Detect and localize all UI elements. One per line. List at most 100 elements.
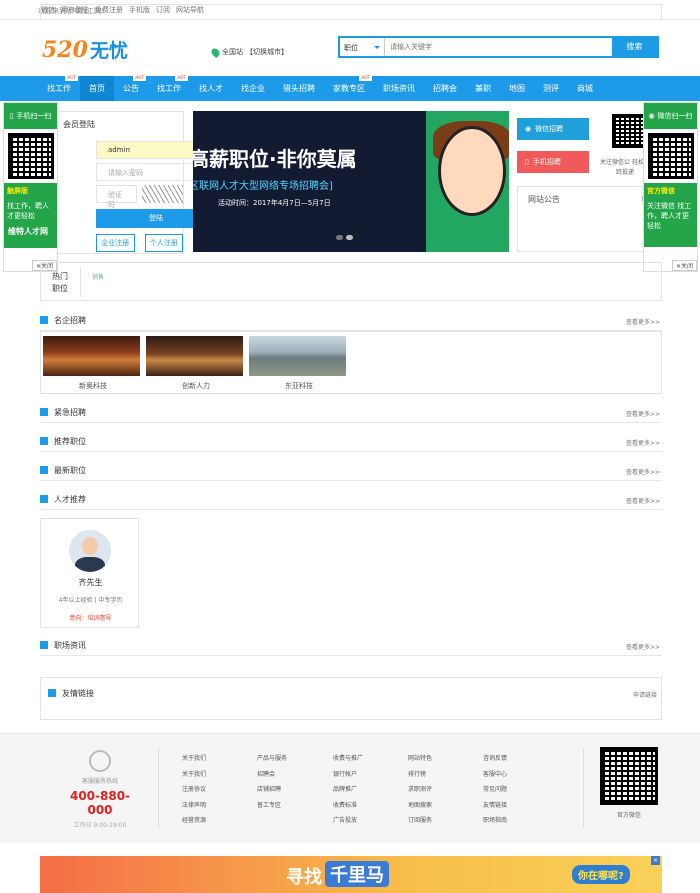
section-talent: 人才推荐 查看更多>> — [40, 490, 662, 510]
company-register-button[interactable]: 企业注册 — [96, 234, 135, 252]
footer-link[interactable]: 常见问题 — [483, 782, 543, 798]
nav-item-map[interactable]: 地图 — [500, 76, 534, 101]
footer-link[interactable]: 法律声明 — [182, 798, 242, 814]
nav-item-find-job[interactable]: 找工作 HOT — [38, 75, 80, 101]
footer-link[interactable]: 地图搜索 — [408, 798, 468, 814]
right-ad-close-button[interactable]: ✕关闭 — [671, 260, 697, 271]
section-more-link[interactable]: 查看更多>> — [626, 642, 660, 651]
nav-item-headhunter[interactable]: 猎头招聘 — [274, 76, 324, 101]
footer-link[interactable]: 注册协议 — [182, 782, 242, 798]
section-more-link[interactable]: 查看更多>> — [626, 317, 660, 326]
footer-col-title: 关于我们 — [182, 755, 207, 762]
company-card[interactable]: 东亚科技 — [249, 336, 349, 391]
login-box: 会员登陆 admin 请输入密码 验证码 登陆 企业注册 个人注册 — [40, 111, 216, 254]
right-ad-desc: 关注微信 找工作，聘人才更轻松 — [644, 199, 697, 247]
footer-link[interactable]: 排行榜 — [408, 767, 468, 783]
footer-link[interactable]: 订阅服务 — [408, 813, 468, 829]
service-label: 客服服务热线 — [81, 778, 118, 785]
footer-col-fees: 收费与推广 银行帐户 品牌推广 收费标准 广告投放 — [333, 751, 393, 829]
left-float-ad: ▯ 手机扫一扫 触屏版 找工作，聘人才更轻松 维特人才网 ✕关闭 — [3, 102, 58, 272]
section-recommend: 推荐职位 查看更多>> — [40, 432, 662, 452]
search-input[interactable] — [385, 38, 612, 56]
nav-item-home[interactable]: 首页 — [80, 76, 114, 101]
login-title: 会员登陆 — [63, 120, 95, 129]
section-square-icon — [40, 316, 48, 324]
footer-link[interactable]: 店铺招聘 — [257, 782, 317, 798]
footer-link[interactable]: 经营资源 — [182, 813, 242, 829]
captcha-field[interactable]: 验证码 — [96, 185, 137, 209]
footer-wechat-qr-code — [600, 747, 658, 805]
nav-item-notice[interactable]: 公告 HOT — [114, 75, 148, 101]
company-card[interactable]: 创新人力 — [146, 336, 246, 391]
bottom-banner-ad[interactable]: 寻找 千里马 你在哪呢? × — [40, 856, 662, 893]
footer-link[interactable]: 招聘会 — [257, 767, 317, 783]
search-type-select[interactable]: 职位 — [340, 38, 385, 56]
footer-link[interactable]: 普工专区 — [257, 798, 317, 814]
section-square-icon — [40, 495, 48, 503]
footer-link[interactable]: 品牌推广 — [333, 782, 393, 798]
banner-headline: 高薪职位·非你莫属 — [193, 147, 357, 171]
hot-job-item[interactable]: 销售 — [92, 272, 104, 281]
footer-col-features: 网站特色 排行榜 求职测评 地图搜索 订阅服务 — [408, 751, 468, 829]
personal-register-button[interactable]: 个人注册 — [144, 234, 183, 252]
section-more-link[interactable]: 查看更多>> — [626, 496, 660, 505]
footer-link[interactable]: 银行帐户 — [333, 767, 393, 783]
hot-badge: HOT — [175, 75, 188, 81]
section-title: 人才推荐 — [54, 495, 86, 504]
wechat-recruit-button[interactable]: ◉ 微信招聘 — [517, 118, 589, 140]
footer-link[interactable]: 收费标准 — [333, 798, 393, 814]
carousel-dot[interactable] — [336, 235, 343, 240]
talent-card[interactable]: 齐先生 4年以上经验 | 中专学历 意向：培训督导 — [40, 518, 139, 628]
footer-col-title: 收费与推广 — [333, 755, 364, 762]
avatar — [69, 530, 111, 572]
hot-jobs-bar: 热门 职位 销售 — [40, 262, 662, 301]
mobile-recruit-button[interactable]: ▯ 手机招聘 — [517, 151, 589, 173]
company-image — [249, 336, 346, 376]
section-title: 最新职位 — [54, 466, 86, 475]
footer-link[interactable]: 广告投放 — [333, 813, 393, 829]
friend-links-title: 友情链接 — [62, 689, 94, 698]
section-square-icon — [40, 408, 48, 416]
company-card[interactable]: 新奥科技 — [43, 336, 143, 391]
left-ad-slogan: 维特人才网 — [4, 223, 57, 248]
banner-carousel[interactable]: 高薪职位·非你莫属 区联网人才大型网络专场招聘会] 活动时间：2017年4月7日… — [193, 111, 509, 252]
nav-item-news[interactable]: 职场资讯 — [374, 76, 424, 101]
top-bar: 欢迎来到咖啡找工网！ 微信 用户登陆 免费注册 手机版 订阅 网站导航 — [0, 0, 700, 47]
section-urgent: 紧急招聘 查看更多>> — [40, 403, 662, 423]
nav-item-find-talent[interactable]: 找人才 — [190, 76, 232, 101]
customer-service: 客服服务热线 400-880-000 工作日 9:00-19:00 — [60, 750, 140, 829]
section-more-link[interactable]: 查看更多>> — [626, 438, 660, 447]
carousel-dot-active[interactable] — [346, 235, 353, 240]
city-switch-link[interactable]: 【切换城市】 — [246, 47, 288, 57]
carousel-dots — [336, 235, 353, 240]
site-logo[interactable]: 520 无忧 — [42, 36, 128, 63]
city-selector[interactable]: 全国站 【切换城市】 — [209, 46, 288, 58]
headset-icon — [89, 750, 111, 772]
section-title: 职场资讯 — [54, 641, 86, 650]
footer-link[interactable]: 友情链接 — [483, 798, 543, 814]
section-more-link[interactable]: 查看更多>> — [626, 409, 660, 418]
close-icon[interactable]: × — [651, 856, 660, 865]
nav-item-find-company[interactable]: 找企业 — [232, 76, 274, 101]
section-more-link[interactable]: 查看更多>> — [626, 467, 660, 476]
nav-item-shop[interactable]: 商城 — [568, 76, 602, 101]
footer-link[interactable]: 求职测评 — [408, 782, 468, 798]
nav-item-test[interactable]: 测评 — [534, 76, 568, 101]
nav-item-find-job-2[interactable]: 找工作 HOT — [148, 75, 190, 101]
footer-link[interactable]: 职场指南 — [483, 813, 543, 829]
footer-col-feedback: 咨询反馈 客服中心 常见问题 友情链接 职场指南 — [483, 751, 543, 829]
apply-link[interactable]: 申请链接 — [633, 690, 657, 699]
nav-item-part-time[interactable]: 兼职 — [466, 76, 500, 101]
search-button[interactable]: 搜索 — [612, 38, 657, 56]
left-ad-desc: 找工作，聘人才更轻松 — [4, 199, 57, 223]
footer-link[interactable]: 客服中心 — [483, 767, 543, 783]
footer-col-title: 咨询反馈 — [483, 755, 508, 762]
hot-jobs-label: 热门 职位 — [52, 272, 68, 293]
captcha-image[interactable] — [141, 185, 183, 203]
nav-item-tutor[interactable]: 家教专区 HOT — [324, 75, 374, 101]
nav-item-job-fair[interactable]: 招聘会 — [424, 76, 466, 101]
right-float-ad: ◉ 微信扫一扫 官方微信 关注微信 找工作，聘人才更轻松 ✕关闭 — [643, 102, 698, 272]
footer-link[interactable]: 关于我们 — [182, 767, 242, 783]
main-nav: 找工作 HOT 首页 公告 HOT 找工作 HOT 找人才 找企业 猎头招聘 家教专区… — [0, 75, 700, 101]
talent-intention: 意向：培训督导 — [69, 615, 112, 622]
